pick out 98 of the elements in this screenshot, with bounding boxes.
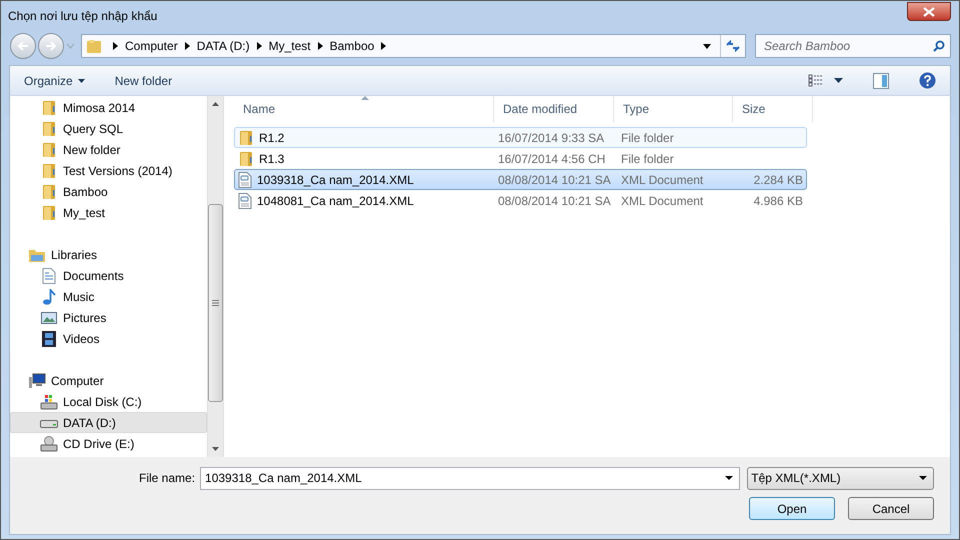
xml-file-icon bbox=[238, 172, 252, 188]
chevron-icon[interactable] bbox=[256, 42, 262, 50]
file-row[interactable]: 1039318_Ca nam_2014.XML 08/08/2014 10:21 SA XML Document 2.284 KB bbox=[234, 169, 807, 190]
new-folder-button[interactable]: New folder bbox=[114, 72, 172, 90]
scrollbar-thumb[interactable] bbox=[208, 204, 223, 402]
nav-item[interactable]: Local Disk (C:) bbox=[10, 391, 207, 412]
dropdown-arrow-icon[interactable] bbox=[834, 78, 843, 83]
back-arrow-icon bbox=[17, 41, 29, 51]
folder-icon bbox=[41, 142, 57, 158]
dropdown-arrow-icon[interactable] bbox=[703, 44, 711, 48]
column-header[interactable]: Type bbox=[614, 96, 733, 122]
date-cell: 16/07/2014 9:33 SA bbox=[498, 130, 604, 144]
dropdown-arrow-icon bbox=[919, 476, 927, 480]
nav-group-label[interactable]: Computer bbox=[51, 372, 104, 390]
file-name-label: File name: bbox=[139, 470, 196, 487]
back-button[interactable] bbox=[10, 33, 36, 59]
file-name-field[interactable]: 1039318_Ca nam_2014.XML bbox=[200, 466, 740, 490]
nav-item[interactable]: Music bbox=[10, 286, 207, 307]
preview-pane-icon[interactable] bbox=[873, 72, 889, 88]
type-cell: File folder bbox=[621, 152, 674, 166]
breadcrumb-item[interactable]: Bamboo bbox=[330, 37, 374, 55]
close-icon bbox=[923, 6, 935, 16]
cancel-button[interactable]: Cancel bbox=[848, 497, 934, 520]
column-header[interactable]: Date modified bbox=[494, 96, 614, 122]
xml-file-icon bbox=[238, 192, 252, 208]
folder-icon bbox=[238, 130, 254, 146]
nav-item[interactable]: Documents bbox=[10, 265, 207, 286]
type-cell: File folder bbox=[621, 130, 674, 144]
file-type-dropdown[interactable]: Tệp XML(*.XML) bbox=[747, 466, 934, 490]
folder-icon bbox=[238, 150, 254, 166]
folder-icon bbox=[41, 204, 57, 220]
organize-button[interactable]: Organize bbox=[24, 72, 85, 90]
close-button[interactable] bbox=[907, 2, 951, 21]
type-cell: XML Document bbox=[621, 172, 704, 186]
file-name: 1039318_Ca nam_2014.XML bbox=[257, 172, 414, 188]
nav-item[interactable]: New folder bbox=[10, 139, 207, 160]
folder-icon bbox=[41, 120, 57, 136]
date-cell: 08/08/2014 10:21 SA bbox=[498, 172, 611, 186]
address-bar[interactable]: Computer DATA (D:) My_test Bamboo bbox=[81, 34, 746, 58]
file-row[interactable]: 1048081_Ca nam_2014.XML 08/08/2014 10:21 SA XML Document 4.986 KB bbox=[234, 190, 807, 211]
file-row[interactable]: R1.3 16/07/2014 4:56 CH File folder bbox=[234, 148, 807, 169]
column-header[interactable]: Size bbox=[733, 96, 813, 122]
nav-item[interactable]: Test Versions (2014) bbox=[10, 160, 207, 181]
picture-icon bbox=[41, 310, 57, 324]
nav-item[interactable]: Pictures bbox=[10, 307, 207, 328]
search-input[interactable]: Search Bamboo bbox=[764, 37, 933, 55]
cd-drive-icon bbox=[40, 436, 58, 452]
chevron-icon[interactable] bbox=[113, 42, 118, 50]
nav-item[interactable]: DATA (D:) bbox=[10, 412, 207, 433]
nav-item[interactable]: Bamboo bbox=[10, 181, 207, 202]
scrollbar[interactable] bbox=[207, 96, 224, 457]
sort-arrow-icon bbox=[361, 96, 369, 100]
nav-item[interactable]: Mimosa 2014 bbox=[10, 97, 207, 118]
dropdown-arrow-icon[interactable] bbox=[725, 476, 734, 480]
forward-arrow-icon bbox=[45, 41, 57, 51]
breadcrumb-item[interactable]: Computer bbox=[125, 37, 178, 55]
nav-item[interactable]: Query SQL bbox=[10, 118, 207, 139]
folder-icon bbox=[41, 100, 57, 116]
folder-icon bbox=[86, 38, 102, 54]
type-cell: XML Document bbox=[621, 194, 704, 208]
date-cell: 08/08/2014 10:21 SA bbox=[498, 194, 611, 208]
file-row[interactable]: R1.2 16/07/2014 9:33 SA File folder bbox=[234, 127, 807, 148]
disk-drive-icon bbox=[40, 418, 58, 428]
breadcrumb-item[interactable]: My_test bbox=[268, 37, 311, 55]
open-button[interactable]: Open bbox=[749, 497, 835, 520]
file-name: R1.2 bbox=[259, 130, 284, 146]
dropdown-arrow-icon bbox=[78, 78, 85, 82]
document-icon bbox=[42, 268, 56, 284]
date-cell: 16/07/2014 4:56 CH bbox=[498, 152, 606, 166]
search-field[interactable]: Search Bamboo bbox=[755, 34, 951, 58]
scroll-down-icon[interactable] bbox=[212, 447, 219, 451]
forward-button[interactable] bbox=[38, 33, 64, 59]
scroll-up-icon[interactable] bbox=[212, 102, 219, 106]
chevron-icon[interactable] bbox=[318, 42, 323, 50]
chevron-icon[interactable] bbox=[381, 42, 386, 50]
search-icon bbox=[933, 40, 945, 52]
refresh-icon bbox=[726, 40, 740, 52]
window-title: Chọn nơi lưu tệp nhập khẩu bbox=[8, 8, 158, 25]
size-cell: 2.284 KB bbox=[754, 172, 803, 186]
folder-icon bbox=[41, 162, 57, 178]
help-icon[interactable] bbox=[919, 72, 936, 89]
file-name: 1048081_Ca nam_2014.XML bbox=[257, 192, 414, 210]
breadcrumb-item[interactable]: DATA (D:) bbox=[196, 37, 250, 55]
nav-item[interactable]: My_test bbox=[10, 202, 207, 223]
file-name: R1.3 bbox=[259, 150, 284, 168]
file-name-input[interactable]: 1039318_Ca nam_2014.XML bbox=[205, 469, 726, 487]
music-note-icon bbox=[42, 288, 56, 304]
film-strip-icon bbox=[42, 330, 56, 346]
folder-icon bbox=[41, 184, 57, 200]
chevron-icon[interactable] bbox=[184, 42, 190, 50]
disk-drive-icon bbox=[40, 394, 58, 410]
nav-item[interactable]: CD Drive (E:) bbox=[10, 433, 207, 454]
size-cell: 4.986 KB bbox=[754, 194, 803, 208]
view-options-icon[interactable] bbox=[808, 74, 824, 87]
computer-icon bbox=[28, 372, 46, 388]
grip-icon bbox=[212, 300, 219, 306]
nav-group-label[interactable]: Libraries bbox=[51, 246, 98, 264]
nav-item[interactable]: Videos bbox=[10, 328, 207, 349]
